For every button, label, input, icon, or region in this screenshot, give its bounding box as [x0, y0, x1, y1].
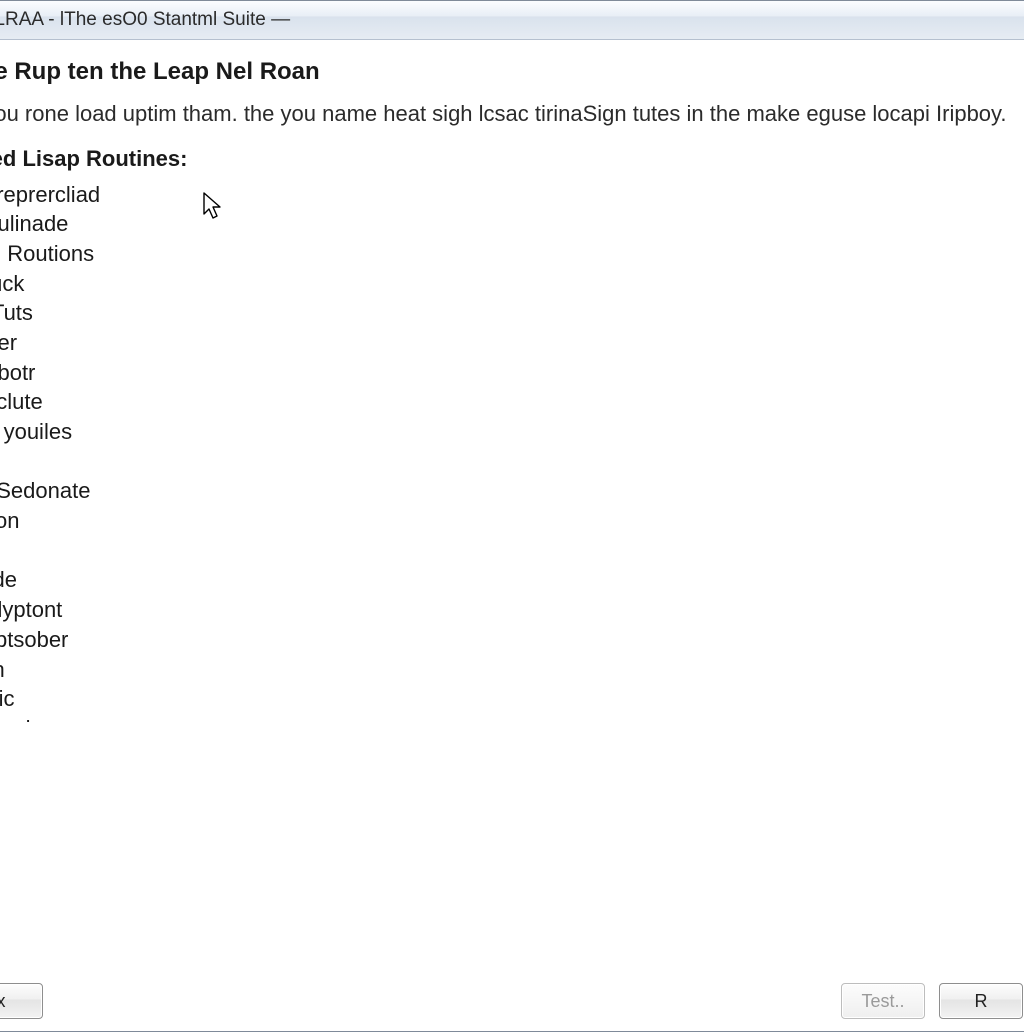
client-area: The Rup ten the Leap Nel Roan e you rone…	[0, 40, 1024, 1031]
next-button[interactable]: R	[939, 983, 1023, 1019]
app-window: txing LRAA - lThe esO0 Stantml Suite — T…	[0, 0, 1024, 1032]
routines-listbox[interactable]: le reprercliadd fulinadecal Routionsoluc…	[0, 178, 1024, 722]
list-item[interactable]: cal Routions	[0, 239, 1023, 269]
list-item[interactable]: rt	[0, 447, 1023, 477]
list-item[interactable]: orde	[0, 565, 1023, 595]
list-item[interactable]: tbric	[0, 684, 1023, 714]
routines-section-label: aded Lisap Routines:	[0, 146, 1017, 172]
list-item[interactable]: oluck	[0, 269, 1023, 299]
test-button[interactable]: Test..	[841, 983, 925, 1019]
list-item[interactable]: al Sedonate	[0, 476, 1023, 506]
list-item[interactable]: l oclute	[0, 387, 1023, 417]
list-item[interactable]: o fer	[0, 328, 1023, 358]
window-title: txing LRAA - lThe esO0 Stantml Suite —	[0, 9, 290, 31]
list-item[interactable]: dalyptont	[0, 595, 1023, 625]
list-item[interactable]: orn	[0, 655, 1023, 685]
list-item[interactable]: ad youiles	[0, 417, 1023, 447]
titlebar[interactable]: txing LRAA - lThe esO0 Stantml Suite —	[0, 1, 1024, 40]
dialog-button-row: x Test.. R	[0, 983, 1024, 1019]
list-item[interactable]: d fulinade	[0, 209, 1023, 239]
list-item[interactable]: le reprercliad	[0, 180, 1023, 210]
page-description: e you rone load uptim tham. the you name…	[0, 100, 1017, 128]
back-button[interactable]: x	[0, 983, 43, 1019]
list-item[interactable]: ction	[0, 506, 1023, 536]
list-item[interactable]: oobotr	[0, 358, 1023, 388]
list-item[interactable]: ne	[0, 536, 1023, 566]
page-heading: The Rup ten the Leap Nel Roan	[0, 58, 1017, 86]
list-item[interactable]: Ojptsober	[0, 625, 1023, 655]
list-item[interactable]: d Tuts	[0, 298, 1023, 328]
list-item[interactable]: Conel	[0, 714, 1023, 722]
